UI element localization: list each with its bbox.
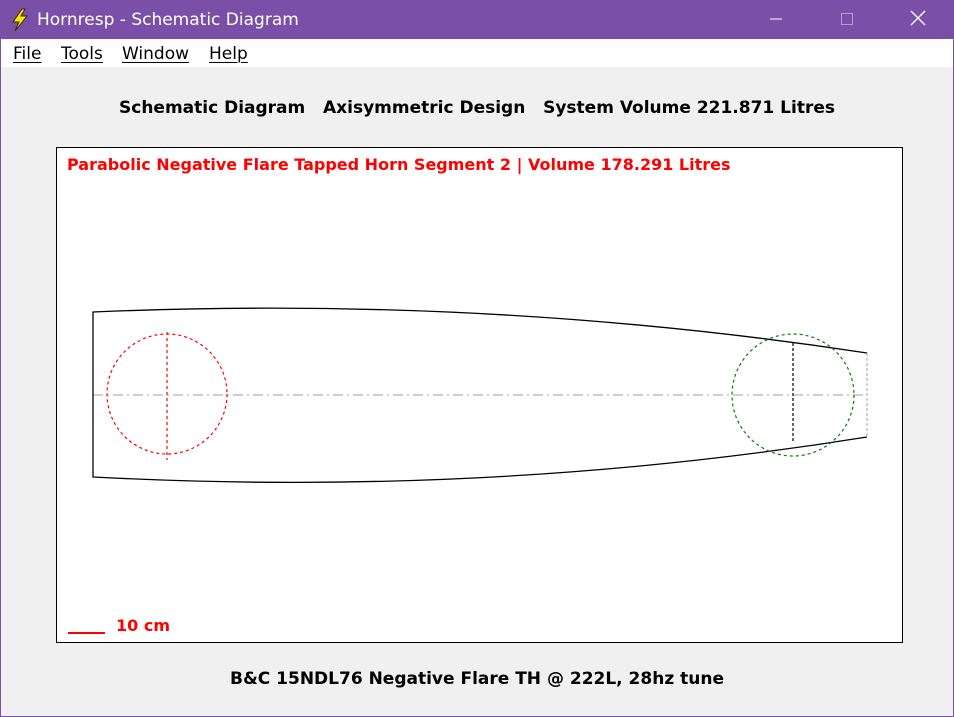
window-title: Hornresp - Schematic Diagram — [37, 10, 299, 30]
diagram-header: Schematic Diagram Axisymmetric Design Sy… — [1, 98, 953, 118]
menu-file[interactable]: File — [13, 44, 41, 64]
menu-window[interactable]: Window — [122, 44, 189, 64]
segment-title: Parabolic Negative Flare Tapped Horn Seg… — [67, 155, 731, 174]
scale-bar — [68, 632, 105, 634]
close-icon — [910, 10, 926, 30]
schematic-panel: Parabolic Negative Flare Tapped Horn Seg… — [56, 147, 903, 643]
diagram-label: Schematic Diagram — [119, 98, 306, 118]
project-description: B&C 15NDL76 Negative Flare TH @ 222L, 28… — [230, 669, 724, 689]
title-bar[interactable]: Hornresp - Schematic Diagram — [1, 1, 953, 39]
close-button[interactable] — [895, 1, 941, 39]
scale-label: 10 cm — [116, 616, 170, 635]
menu-tools[interactable]: Tools — [61, 44, 103, 64]
maximize-button — [824, 1, 870, 39]
minimize-button[interactable] — [753, 1, 799, 39]
system-volume: System Volume 221.871 Litres — [543, 98, 835, 118]
lightning-bolt-icon[interactable] — [9, 8, 31, 32]
design-type: Axisymmetric Design — [323, 98, 526, 118]
menu-bar: File Tools Window Help — [1, 39, 953, 67]
app-window: Hornresp - Schematic Diagram File Tools … — [0, 0, 954, 717]
maximize-icon — [840, 11, 854, 30]
minimize-icon — [769, 11, 783, 30]
menu-help[interactable]: Help — [209, 44, 248, 64]
horn-schematic — [92, 307, 868, 484]
